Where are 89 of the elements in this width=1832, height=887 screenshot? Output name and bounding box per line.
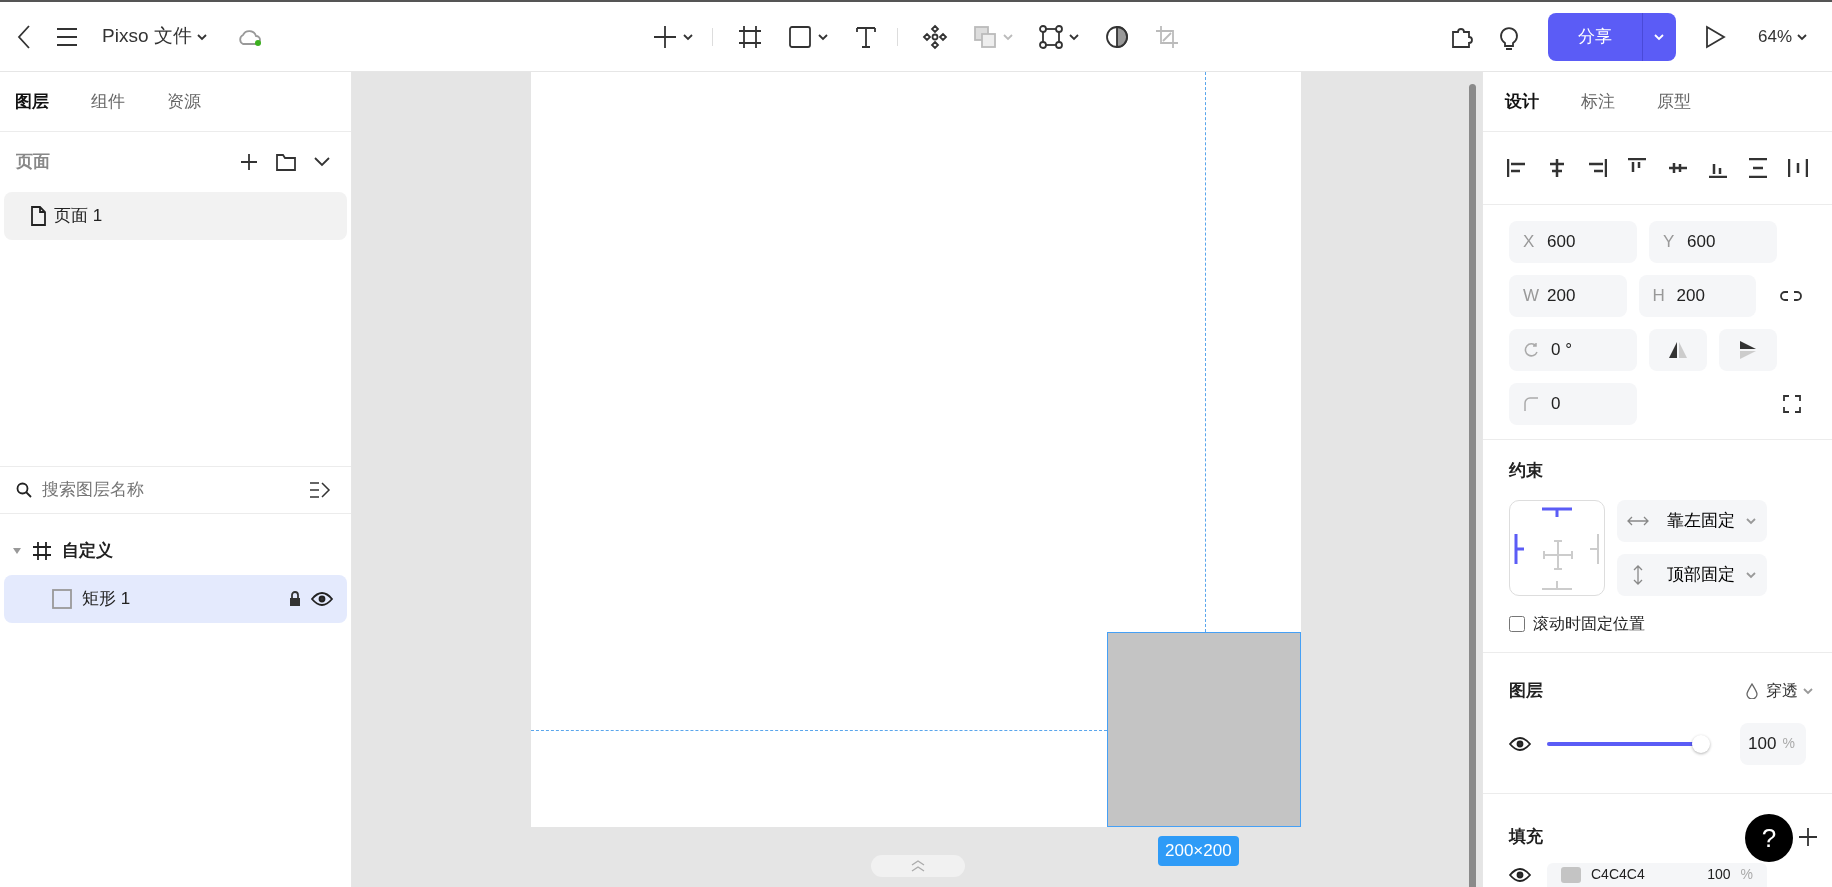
play-icon: [1703, 24, 1726, 49]
caret-icon: [682, 31, 694, 42]
folder-icon: [275, 152, 297, 172]
layer-title: 图层: [1509, 679, 1544, 702]
double-chevron-up-icon: [911, 860, 925, 872]
caret-icon: [1068, 31, 1080, 42]
align-left-icon: [1507, 158, 1527, 178]
color-swatch[interactable]: [1561, 866, 1581, 883]
overlapping-squares-icon: [972, 23, 998, 50]
caret-icon: [1802, 685, 1814, 696]
collapse-list-icon: [309, 481, 331, 499]
field-label: X: [1523, 231, 1535, 254]
vertical-constraint-dropdown[interactable]: 顶部固定: [1617, 553, 1767, 596]
help-button[interactable]: ?: [1745, 814, 1793, 862]
flip-vertical-button[interactable]: [1719, 329, 1777, 371]
panel-tab[interactable]: 标注: [1581, 88, 1615, 115]
plus-icon: [1798, 826, 1818, 847]
fill-title: 填充: [1509, 825, 1543, 848]
share-dropdown-button[interactable]: [1641, 12, 1676, 61]
radius-field[interactable]: 0: [1509, 383, 1637, 425]
lock-icon[interactable]: [289, 591, 301, 607]
y-field[interactable]: Y 600: [1649, 221, 1777, 263]
menu-icon: [56, 26, 78, 47]
flip-horizontal-button[interactable]: [1649, 329, 1707, 371]
slider-thumb[interactable]: [1692, 734, 1710, 753]
corner-radius-icon: [1523, 396, 1539, 412]
link-icon: [1780, 290, 1802, 302]
share-button[interactable]: 分享: [1547, 12, 1642, 61]
opacity-field[interactable]: 100 %: [1740, 722, 1806, 765]
caret-icon: [1745, 515, 1757, 526]
chevron-down-icon: [313, 156, 331, 168]
half-circle-icon: [1104, 23, 1130, 50]
size-label: 200×200: [1158, 836, 1239, 866]
panel-tab[interactable]: 图层: [15, 88, 49, 115]
eye-icon[interactable]: [311, 592, 333, 606]
caret-icon: [195, 31, 208, 42]
crop-icon: [1154, 23, 1180, 50]
panel-tab[interactable]: 原型: [1657, 88, 1691, 115]
rotation-field[interactable]: 0 °: [1509, 329, 1637, 371]
panel-tab[interactable]: 设计: [1505, 88, 1539, 115]
caret-icon: [1796, 31, 1808, 42]
eye-icon[interactable]: [1509, 867, 1531, 882]
fill-field[interactable]: C4C4C4 100 %: [1547, 862, 1767, 887]
corners-icon: [1782, 394, 1802, 414]
checkbox-label: 滚动时固定位置: [1533, 613, 1645, 634]
plus-icon: [239, 152, 259, 172]
w-field[interactable]: W 200: [1509, 275, 1627, 317]
frame-icon: [737, 23, 763, 50]
distribute-horizontal-icon: [1788, 158, 1808, 178]
field-label: Y: [1663, 231, 1675, 254]
frame-icon: [32, 541, 52, 561]
plus-icon: [652, 23, 678, 50]
file-name-menu[interactable]: Pixso 文件: [98, 18, 212, 55]
panel-tab[interactable]: 组件: [91, 88, 125, 115]
component-icon: [922, 23, 948, 50]
square-icon: [787, 23, 813, 50]
field-label: H: [1652, 285, 1665, 308]
constraints-title: 约束: [1509, 460, 1544, 482]
page-item[interactable]: 页面 1: [4, 192, 347, 240]
caret-icon: [1002, 31, 1014, 42]
h-field[interactable]: H 200: [1638, 275, 1756, 317]
opacity-slider[interactable]: [1547, 733, 1710, 754]
eye-icon[interactable]: [1509, 736, 1531, 751]
scrollbar[interactable]: [1469, 84, 1476, 887]
x-field[interactable]: X 600: [1509, 221, 1637, 263]
align-right-icon: [1587, 158, 1608, 178]
distribute-vertical-icon: [1747, 158, 1768, 178]
vector-nodes-icon: [1038, 23, 1064, 50]
add-fill-button[interactable]: [1798, 826, 1818, 847]
search-icon: [16, 482, 32, 498]
caret-icon: [1653, 32, 1666, 43]
square-icon: [52, 589, 72, 609]
disclosure-triangle-icon[interactable]: [12, 547, 22, 555]
blend-mode-dropdown[interactable]: 穿透: [1742, 674, 1818, 707]
flip-horizontal-icon: [1667, 340, 1689, 360]
panel-tab[interactable]: 资源: [167, 88, 201, 115]
page-icon: [30, 206, 46, 226]
fix-on-scroll-checkbox[interactable]: [1509, 615, 1525, 632]
rotate-icon: [1523, 342, 1539, 358]
horizontal-constraint-dropdown[interactable]: 靠左固定: [1617, 499, 1767, 542]
horizontal-arrows-icon: [1627, 515, 1649, 526]
pages-title: 页面: [16, 151, 51, 174]
flip-vertical-icon: [1738, 339, 1758, 361]
drop-icon: [1746, 682, 1758, 699]
layer-row[interactable]: 矩形 1: [4, 575, 347, 623]
zoom-menu[interactable]: 64%: [1753, 19, 1812, 54]
caret-icon: [817, 31, 829, 42]
caret-icon: [1745, 569, 1757, 580]
layer-row[interactable]: 自定义: [4, 527, 347, 575]
